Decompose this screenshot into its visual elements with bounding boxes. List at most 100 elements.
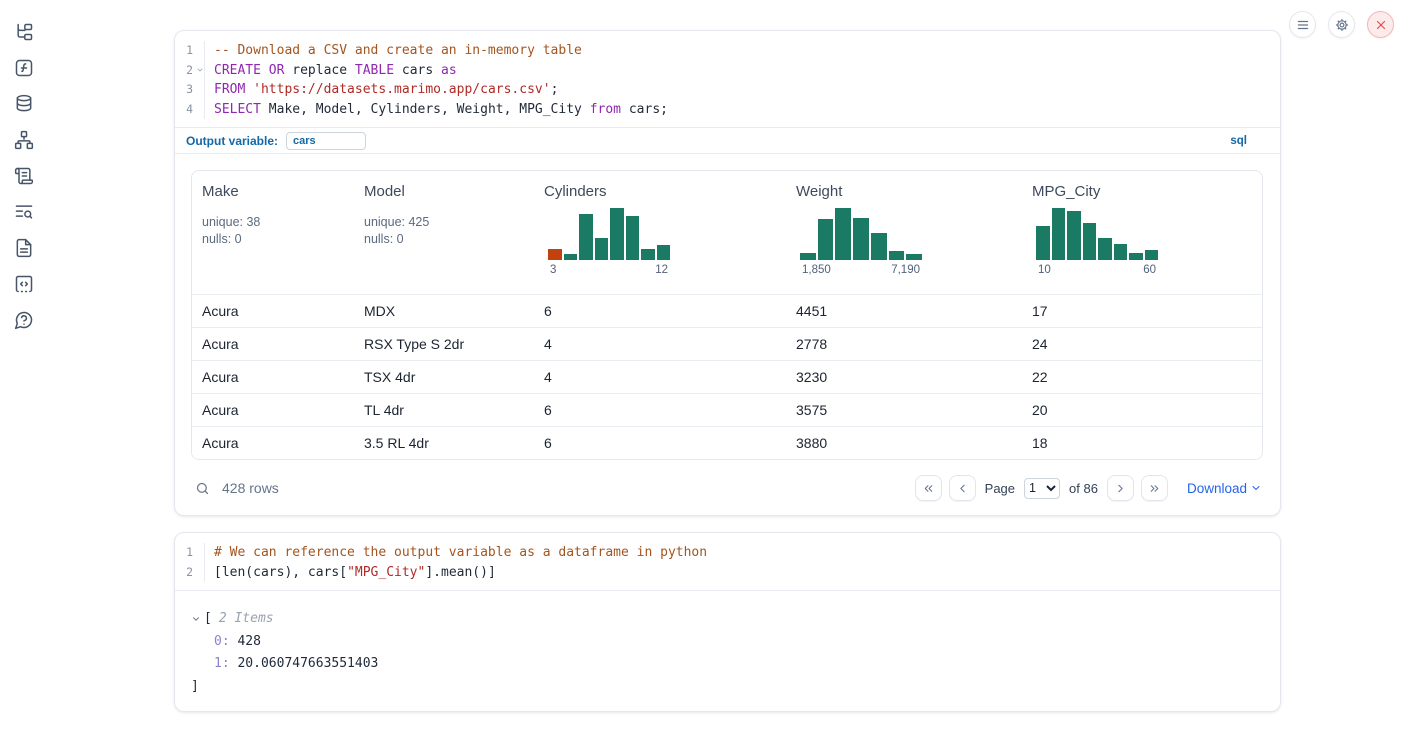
stat-unique: unique: 425	[364, 214, 544, 231]
table-cell: 18	[1032, 435, 1252, 451]
histogram-bar	[1036, 226, 1050, 260]
notebook-menu-button[interactable]	[1289, 11, 1316, 38]
settings-button[interactable]	[1328, 11, 1355, 38]
column-header-mpg-city[interactable]: MPG_City 1060	[1032, 171, 1252, 294]
histogram-bar	[564, 254, 578, 260]
table-row[interactable]: AcuraRSX Type S 2dr4277824	[192, 327, 1262, 360]
download-button[interactable]: Download	[1187, 481, 1262, 496]
sidebar-item-snippets[interactable]	[10, 270, 38, 298]
last-page-button[interactable]	[1141, 475, 1168, 501]
sidebar-item-data-sources[interactable]	[10, 90, 38, 118]
line-number: 1	[175, 41, 205, 61]
chevrons-left-icon	[922, 482, 935, 495]
chevron-right-icon	[1114, 482, 1127, 495]
table-row[interactable]: AcuraMDX6445117	[192, 294, 1262, 327]
histogram-bar	[1129, 253, 1143, 260]
code-line[interactable]: 2CREATE OR replace TABLE cars as	[175, 61, 1280, 81]
histogram-bar	[579, 214, 593, 260]
histogram-bar	[1114, 244, 1128, 260]
table-cell: 22	[1032, 369, 1252, 385]
table-cell: Acura	[202, 369, 364, 385]
top-right-controls	[1289, 11, 1394, 38]
histogram-bar	[1067, 211, 1081, 260]
scroll-icon	[14, 166, 34, 186]
column-stats: unique: 38 nulls: 0	[202, 214, 364, 248]
first-page-button[interactable]	[915, 475, 942, 501]
code-text: # We can reference the output variable a…	[205, 543, 707, 563]
table-cell: TL 4dr	[364, 402, 544, 418]
code-line[interactable]: 4SELECT Make, Model, Cylinders, Weight, …	[175, 100, 1280, 120]
stat-nulls: nulls: 0	[202, 231, 364, 248]
table-cell: TSX 4dr	[364, 369, 544, 385]
next-page-button[interactable]	[1107, 475, 1134, 501]
table-row[interactable]: AcuraTSX 4dr4323022	[192, 360, 1262, 393]
output-list-item: 1: 20.060747663551403	[191, 653, 1264, 676]
table-cell: 4451	[796, 303, 1032, 319]
histogram-bar	[1145, 250, 1159, 260]
sidebar-item-variables[interactable]	[10, 54, 38, 82]
mpg-city-histogram[interactable]: 1060	[1036, 208, 1158, 276]
database-icon	[14, 94, 34, 114]
table-footer: 428 rows Page 1 of 86 Download	[175, 460, 1280, 516]
sidebar-item-scratchpad[interactable]	[10, 162, 38, 190]
sidebar-item-file-explorer[interactable]	[10, 18, 38, 46]
histogram-bar	[1083, 223, 1097, 260]
file-text-icon	[14, 238, 34, 258]
line-number: 3	[175, 80, 205, 100]
table-cell: 4	[544, 369, 796, 385]
code-snippet-icon	[14, 274, 34, 294]
sql-code-editor[interactable]: 1-- Download a CSV and create an in-memo…	[175, 31, 1280, 127]
list-search-icon	[14, 202, 34, 222]
sidebar-item-documentation[interactable]	[10, 234, 38, 262]
item-index: 1:	[214, 656, 230, 671]
output-variable-input[interactable]	[286, 132, 366, 150]
code-text: CREATE OR replace TABLE cars as	[205, 61, 457, 81]
table-row[interactable]: AcuraTL 4dr6357520	[192, 393, 1262, 426]
hamburger-icon	[1296, 18, 1310, 32]
collapse-chevron-icon[interactable]	[191, 614, 201, 624]
code-line[interactable]: 3FROM 'https://datasets.marimo.app/cars.…	[175, 80, 1280, 100]
histogram-bar	[595, 238, 609, 260]
sidebar-item-dependency-graph[interactable]	[10, 126, 38, 154]
histogram-bar	[641, 249, 655, 260]
column-header-weight[interactable]: Weight 1,8507,190	[796, 171, 1032, 294]
column-header-model[interactable]: Model unique: 425 nulls: 0	[364, 171, 544, 294]
table-cell: 6	[544, 402, 796, 418]
histogram-axis: 1060	[1036, 264, 1158, 276]
pagination: Page 1 of 86 Download	[915, 475, 1262, 501]
table-cell: 3230	[796, 369, 1032, 385]
previous-page-button[interactable]	[949, 475, 976, 501]
column-label: Model	[364, 183, 544, 200]
table-cell: 3.5 RL 4dr	[364, 435, 544, 451]
table-row[interactable]: Acura3.5 RL 4dr6388018	[192, 426, 1262, 459]
code-line[interactable]: 1# We can reference the output variable …	[175, 543, 1280, 563]
cylinders-histogram[interactable]: 312	[548, 208, 670, 276]
function-square-icon	[14, 58, 34, 78]
table-cell: 20	[1032, 402, 1252, 418]
network-icon	[14, 130, 34, 150]
code-line[interactable]: 2[len(cars), cars["MPG_City"].mean()]	[175, 563, 1280, 583]
shutdown-button[interactable]	[1367, 11, 1394, 38]
sidebar-item-help[interactable]	[10, 306, 38, 334]
column-header-make[interactable]: Make unique: 38 nulls: 0	[202, 171, 364, 294]
table-body: AcuraMDX6445117AcuraRSX Type S 2dr427782…	[192, 294, 1262, 459]
fold-chevron-icon[interactable]	[196, 66, 204, 74]
python-code-editor[interactable]: 1# We can reference the output variable …	[175, 533, 1280, 590]
histogram-bar	[871, 233, 887, 260]
item-value: 20.060747663551403	[237, 656, 378, 671]
histogram-bar	[889, 251, 905, 260]
gear-icon	[1335, 18, 1349, 32]
help-bubble-icon	[14, 310, 34, 330]
sidebar-item-logs[interactable]	[10, 198, 38, 226]
page-select[interactable]: 1	[1024, 478, 1060, 499]
items-count-label: 2 Items	[219, 608, 274, 631]
histogram-axis: 1,8507,190	[800, 264, 922, 276]
code-line[interactable]: 1-- Download a CSV and create an in-memo…	[175, 41, 1280, 61]
search-icon[interactable]	[195, 481, 210, 496]
output-variable-label: Output variable:	[186, 134, 278, 148]
weight-histogram[interactable]: 1,8507,190	[800, 208, 922, 276]
code-text: -- Download a CSV and create an in-memor…	[205, 41, 582, 61]
table-cell: 3575	[796, 402, 1032, 418]
column-header-cylinders[interactable]: Cylinders 312	[544, 171, 796, 294]
stat-unique: unique: 38	[202, 214, 364, 231]
